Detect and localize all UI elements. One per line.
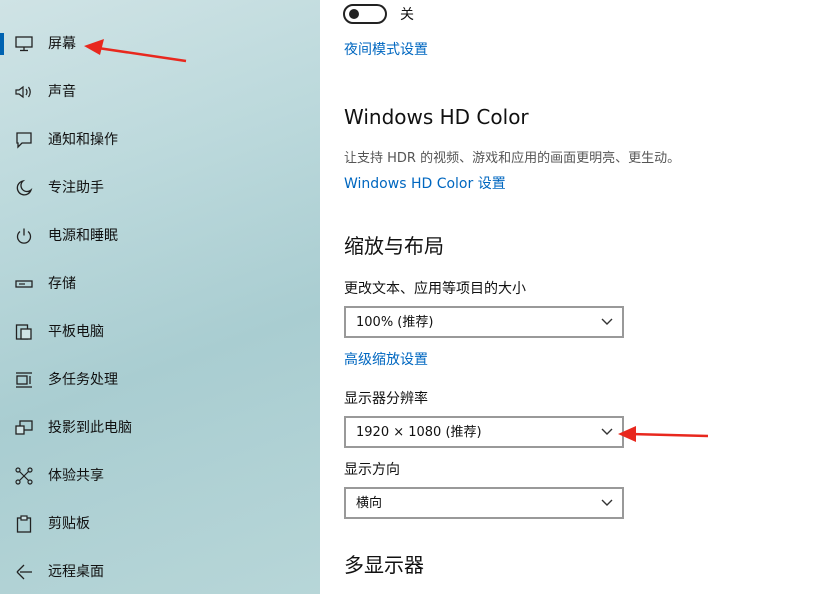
settings-window: 屏幕 声音 通知和操作 专注助手 电源和睡眠 存储 平板电脑 多任务处理 投影到… xyxy=(0,0,823,594)
sidebar-item-label: 远程桌面 xyxy=(48,564,104,580)
advanced-scaling-link[interactable]: 高级缩放设置 xyxy=(344,350,428,370)
sidebar-item-label: 通知和操作 xyxy=(48,132,118,148)
sidebar-item-label: 专注助手 xyxy=(48,180,104,196)
sidebar-item-display[interactable]: 屏幕 xyxy=(0,20,320,68)
remote-desktop-icon xyxy=(14,562,34,582)
speaker-icon xyxy=(14,82,34,102)
multitasking-icon xyxy=(14,370,34,390)
resolution-dropdown[interactable]: 1920 × 1080 (推荐) xyxy=(344,416,624,448)
resolution-value: 1920 × 1080 (推荐) xyxy=(356,425,482,440)
notification-icon xyxy=(14,130,34,150)
hd-color-heading: Windows HD Color xyxy=(344,105,529,129)
tablet-icon xyxy=(14,322,34,342)
moon-icon xyxy=(14,178,34,198)
chevron-down-icon xyxy=(601,499,613,506)
share-icon xyxy=(14,466,34,486)
sidebar: 屏幕 声音 通知和操作 专注助手 电源和睡眠 存储 平板电脑 多任务处理 投影到… xyxy=(0,0,320,594)
sidebar-item-power[interactable]: 电源和睡眠 xyxy=(0,212,320,260)
sidebar-item-remote-desktop[interactable]: 远程桌面 xyxy=(0,548,320,594)
orientation-value: 横向 xyxy=(356,496,383,511)
selection-indicator xyxy=(0,33,4,55)
toggle-state-label: 关 xyxy=(400,7,414,23)
sidebar-item-shared-experiences[interactable]: 体验共享 xyxy=(0,452,320,500)
scale-value: 100% (推荐) xyxy=(356,315,434,330)
storage-icon xyxy=(14,274,34,294)
annotation-arrow xyxy=(618,426,709,442)
multi-display-heading: 多显示器 xyxy=(344,553,424,577)
hd-color-settings-link[interactable]: Windows HD Color 设置 xyxy=(344,174,506,194)
toggle-knob xyxy=(349,9,359,19)
main-content: 关 夜间模式设置 Windows HD Color 让支持 HDR 的视频、游戏… xyxy=(320,0,823,594)
sidebar-item-multitasking[interactable]: 多任务处理 xyxy=(0,356,320,404)
power-icon xyxy=(14,226,34,246)
sidebar-item-clipboard[interactable]: 剪贴板 xyxy=(0,500,320,548)
night-light-toggle[interactable] xyxy=(343,4,387,24)
project-icon xyxy=(14,418,34,438)
sidebar-item-label: 平板电脑 xyxy=(48,324,104,340)
sidebar-item-label: 多任务处理 xyxy=(48,372,118,388)
sidebar-item-notifications[interactable]: 通知和操作 xyxy=(0,116,320,164)
scale-layout-heading: 缩放与布局 xyxy=(344,234,444,258)
chevron-down-icon xyxy=(601,428,613,435)
sidebar-item-label: 投影到此电脑 xyxy=(48,420,132,436)
orientation-dropdown[interactable]: 横向 xyxy=(344,487,624,519)
night-light-settings-link[interactable]: 夜间模式设置 xyxy=(344,40,428,60)
sidebar-item-label: 体验共享 xyxy=(48,468,104,484)
scale-label: 更改文本、应用等项目的大小 xyxy=(344,281,526,297)
clipboard-icon xyxy=(14,514,34,534)
sidebar-item-project[interactable]: 投影到此电脑 xyxy=(0,404,320,452)
sidebar-item-focus-assist[interactable]: 专注助手 xyxy=(0,164,320,212)
resolution-label: 显示器分辨率 xyxy=(344,391,428,407)
scale-dropdown[interactable]: 100% (推荐) xyxy=(344,306,624,338)
orientation-label: 显示方向 xyxy=(344,462,400,478)
sidebar-item-label: 屏幕 xyxy=(48,36,76,52)
sidebar-item-label: 声音 xyxy=(48,84,76,100)
sidebar-item-storage[interactable]: 存储 xyxy=(0,260,320,308)
sidebar-item-label: 存储 xyxy=(48,276,76,292)
sidebar-item-label: 电源和睡眠 xyxy=(48,228,118,244)
sidebar-item-sound[interactable]: 声音 xyxy=(0,68,320,116)
sidebar-item-tablet[interactable]: 平板电脑 xyxy=(0,308,320,356)
hd-color-description: 让支持 HDR 的视频、游戏和应用的画面更明亮、更生动。 xyxy=(344,151,681,166)
monitor-icon xyxy=(14,34,34,54)
chevron-down-icon xyxy=(601,318,613,325)
sidebar-item-label: 剪贴板 xyxy=(48,516,90,532)
